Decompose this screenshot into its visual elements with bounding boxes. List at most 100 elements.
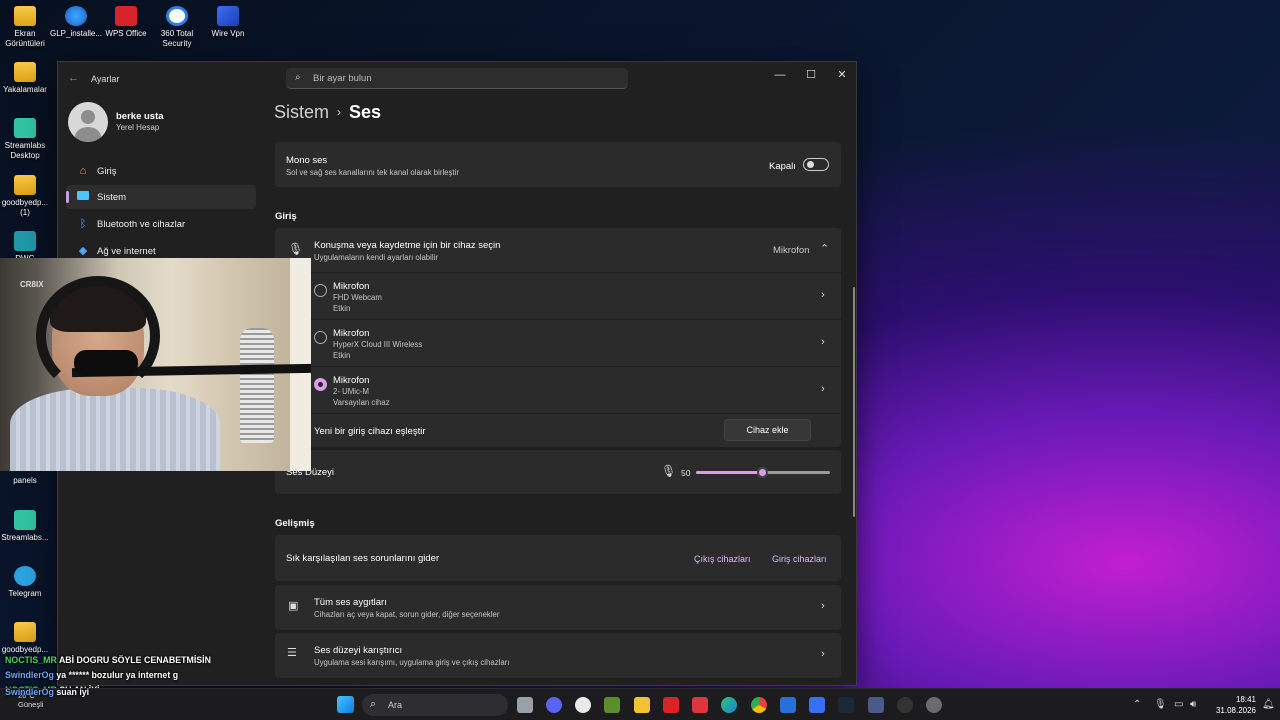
input-device-select[interactable]: 🎙︎ Konuşma veya kaydetme için bir cihaz … xyxy=(275,228,841,272)
all-audio-devices-row[interactable]: ▣ Tüm ses aygıtları Cihazları aç veya ka… xyxy=(275,585,841,630)
mono-state-label: Kapalı xyxy=(769,161,796,172)
file-explorer-icon[interactable] xyxy=(634,697,650,713)
input-devices-link[interactable]: Giriş cihazları xyxy=(772,554,827,564)
device-row[interactable]: Mikrofon 2- UMic-M Varsayılan cihaz › xyxy=(275,367,841,413)
scrollbar[interactable] xyxy=(853,287,855,517)
device-radio-selected[interactable] xyxy=(314,378,327,391)
taskbar-search[interactable]: ⌕ Ara xyxy=(362,694,508,716)
chat-message: SwindlerOg ya ****** bozulur ya internet… xyxy=(5,670,178,680)
mono-toggle[interactable] xyxy=(803,158,829,171)
page-title: Ses xyxy=(349,102,382,122)
breadcrumb-separator-icon: › xyxy=(337,105,342,119)
breadcrumb-parent[interactable]: Sistem xyxy=(274,102,329,122)
settings-search-input[interactable]: ⌕ Bir ayar bulun xyxy=(286,68,628,89)
webcam-person-shirt xyxy=(10,388,220,471)
chat-text: suan iyi xyxy=(56,687,90,697)
minimize-button[interactable]: — xyxy=(764,66,796,86)
pdf-icon[interactable] xyxy=(692,697,708,713)
steam-icon[interactable] xyxy=(838,697,854,713)
search-placeholder: Bir ayar bulun xyxy=(313,73,372,84)
vpn-icon xyxy=(217,6,239,26)
wps-icon xyxy=(115,6,137,26)
system-clock[interactable]: 18:41 31.08.2026 xyxy=(1208,694,1256,716)
desktop-icon-streamlabs-2[interactable]: Streamlabs... xyxy=(0,510,52,543)
sidebar-item-system[interactable]: Sistem xyxy=(66,185,256,209)
sidebar-item-label: Giriş xyxy=(97,166,117,177)
microphone-icon[interactable]: 🎙︎ xyxy=(661,464,676,478)
desktop-icon-panels[interactable]: panels xyxy=(0,476,52,486)
device-radio[interactable] xyxy=(314,331,327,344)
discord-icon[interactable] xyxy=(546,697,562,713)
desktop-icon-goodbyedpi[interactable]: goodbyedp... xyxy=(0,622,52,655)
volume-slider-thumb[interactable] xyxy=(757,467,768,478)
desktop-icon-wps[interactable]: WPS Office xyxy=(99,6,153,39)
chevron-up-icon[interactable]: ⌃ xyxy=(1133,699,1141,710)
search-icon: ⌕ xyxy=(370,698,377,710)
chevron-up-icon: ⌃ xyxy=(820,243,830,255)
wps-icon[interactable] xyxy=(663,697,679,713)
device-status: Etkin xyxy=(333,304,351,313)
chevron-right-icon: › xyxy=(821,383,825,395)
close-button[interactable]: ✕ xyxy=(826,66,856,86)
device-row[interactable]: Mikrofon FHD Webcam Etkin › xyxy=(275,273,841,319)
desktop-icon-goodbyedpi-1[interactable]: goodbyedp... (1) xyxy=(0,175,52,218)
device-name: Mikrofon xyxy=(333,375,370,386)
chat-message: NOCTIS_MR ABİ DOGRU SÖYLE CENABETMİSİN xyxy=(5,655,211,665)
obs-icon[interactable] xyxy=(897,697,913,713)
chat-app-icon[interactable] xyxy=(575,697,591,713)
device-status: Etkin xyxy=(333,351,351,360)
account-type: Yerel Hesap xyxy=(116,123,160,132)
start-button[interactable] xyxy=(337,696,354,713)
volume-mixer-row[interactable]: ☰ Ses düzeyi karıştırıcı Uygulama sesi k… xyxy=(275,633,841,678)
chrome-icon[interactable] xyxy=(751,697,767,713)
security-icon xyxy=(166,6,188,26)
back-arrow-icon[interactable]: ← xyxy=(68,72,79,84)
desktop-icon-360[interactable]: 360 Total Security xyxy=(150,6,204,49)
mixer-title: Ses düzeyi karıştırıcı xyxy=(314,645,403,656)
chevron-right-icon: › xyxy=(821,336,825,348)
avatar[interactable] xyxy=(68,102,108,142)
device-status: Varsayılan cihaz xyxy=(333,398,390,407)
chat-nick: SwindlerOg xyxy=(5,687,54,697)
user-name: berke usta xyxy=(116,111,164,122)
vpn-icon[interactable] xyxy=(809,697,825,713)
device-model: HyperX Cloud III Wireless xyxy=(333,340,423,349)
microphone-tray-icon[interactable]: 🎙︎ xyxy=(1154,699,1167,710)
app-title: Ayarlar xyxy=(91,74,120,84)
output-devices-link[interactable]: Çıkış cihazları xyxy=(694,554,751,564)
sidebar-item-bluetooth[interactable]: ᛒ Bluetooth ve cihazlar xyxy=(66,212,256,236)
troubleshoot-label: Sık karşılaşılan ses sorunlarını gider xyxy=(286,553,440,564)
desktop-icon-captures[interactable]: Yakalamalar xyxy=(0,62,52,95)
task-view-icon[interactable] xyxy=(517,697,533,713)
webcam-overlay-text: CR8IX xyxy=(20,280,44,289)
minecraft-icon[interactable] xyxy=(604,697,620,713)
sidebar-item-home[interactable]: ⌂ Giriş xyxy=(66,159,256,183)
desktop-icon-wirevpn[interactable]: Wire Vpn xyxy=(201,6,255,39)
add-device-button[interactable]: Cihaz ekle xyxy=(724,419,811,441)
advanced-section-heading: Gelişmiş xyxy=(275,518,315,529)
mono-audio-card: Mono ses Sol ve sağ ses kanallarını tek … xyxy=(275,142,841,187)
taskbar-search-label: Ara xyxy=(388,700,403,710)
volume-tray-icon[interactable]: 🔊︎ xyxy=(1190,699,1196,710)
maximize-button[interactable]: ☐ xyxy=(795,66,827,86)
settings-gear-icon[interactable] xyxy=(926,697,942,713)
input-section-heading: Giriş xyxy=(275,211,297,222)
network-tray-icon[interactable]: ▭ xyxy=(1174,699,1183,710)
edge-icon[interactable] xyxy=(721,697,737,713)
app-icon[interactable] xyxy=(868,697,884,713)
pair-input-row: Yeni bir giriş cihazı eşleştir Cihaz ekl… xyxy=(275,414,841,447)
desktop-icon-streamlabs[interactable]: Streamlabs Desktop xyxy=(0,118,52,161)
all-devices-title: Tüm ses aygıtları xyxy=(314,597,387,608)
desktop-icon-screenshots[interactable]: Ekran Görüntüleri xyxy=(0,6,52,49)
installer-icon xyxy=(65,6,87,26)
device-row[interactable]: Mikrofon HyperX Cloud III Wireless Etkin… xyxy=(275,320,841,366)
desktop-icon-glp[interactable]: GLP_installe... xyxy=(49,6,103,39)
desktop-icon-telegram[interactable]: Telegram xyxy=(0,566,52,599)
search-icon: ⌕ xyxy=(295,72,301,83)
store-icon[interactable] xyxy=(780,697,796,713)
device-radio[interactable] xyxy=(314,284,327,297)
device-model: FHD Webcam xyxy=(333,293,382,302)
notification-bell-icon[interactable]: 🔔︎ xyxy=(1262,699,1275,710)
breadcrumb: Sistem › Ses xyxy=(274,102,381,123)
chevron-right-icon: › xyxy=(821,289,825,301)
